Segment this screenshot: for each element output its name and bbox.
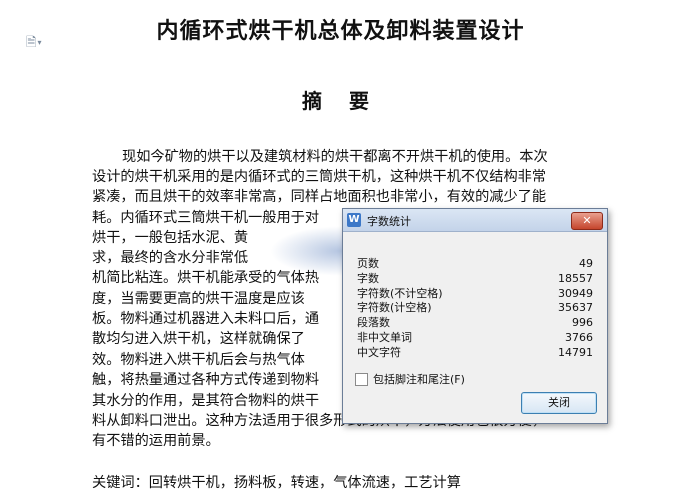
stat-row-chars-with-spaces: 字符数(计空格) 35637: [357, 301, 593, 316]
stat-row-chars-no-spaces: 字符数(不计空格) 30949: [357, 287, 593, 302]
page-title: 内循环式烘干机总体及卸料装置设计: [156, 19, 525, 44]
body-line: 设计的烘干机采用的是内循环式的三筒烘干机，这种烘干机不仅结构非常: [92, 169, 547, 185]
stat-value: 3766: [565, 330, 593, 344]
stat-label: 非中文单词: [357, 330, 412, 344]
stat-row-pages: 页数 49: [357, 257, 593, 272]
stat-label: 页数: [357, 257, 379, 270]
stat-label: 字符数(不计空格): [357, 286, 443, 300]
body-line: 度，当需要更高的烘干温度是应该: [92, 291, 305, 307]
body-line: 紧凑，而且烘干的效率非常高，同样占地面积也非常小，有效的减少了能: [92, 189, 547, 205]
body-line: 效。物料进入烘干机后会与热气体: [92, 352, 305, 368]
keywords-line: 关键词：回转烘干机，扬料板，转速，气体流速，工艺计算: [92, 475, 461, 491]
body-line: 触，将热量通过各种方式传递到物料: [92, 372, 320, 388]
checkbox-label: 包括脚注和尾注(F): [373, 373, 465, 386]
body-line: 现如今矿物的烘干以及建筑材料的烘干都离不开烘干机的使用。本次: [122, 149, 548, 165]
abstract-heading: 摘 要: [302, 89, 379, 113]
word-count-dialog: W 字数统计 ✕ 页数 49 字数 18557 字符数(不计空格) 30949 …: [342, 208, 608, 424]
stat-row-paragraphs: 段落数 996: [357, 316, 593, 331]
body-line: 其水分的作用，是其符合物料的烘干: [92, 393, 320, 409]
include-footnotes-checkbox[interactable]: 包括脚注和尾注(F): [355, 371, 465, 387]
stat-row-words: 字数 18557: [357, 272, 593, 287]
body-line: 有不错的运用前景。: [92, 433, 220, 449]
body-line: 板。物料通过机器进入未料口后，通: [92, 311, 320, 327]
stat-row-non-chinese-words: 非中文单词 3766: [357, 331, 593, 346]
dialog-title: 字数统计: [367, 215, 411, 228]
body-line: 耗。内循环式三筒烘干机一般用于对: [92, 210, 320, 226]
stat-label: 段落数: [357, 316, 390, 330]
wps-app-icon: W: [347, 213, 361, 227]
stat-value: 35637: [558, 301, 593, 315]
stat-value: 18557: [558, 271, 593, 285]
stat-label: 字数: [357, 271, 379, 285]
stat-row-chinese-chars: 中文字符 14791: [357, 346, 593, 361]
body-line: 散均匀进入烘干机，这样就确保了: [92, 331, 305, 347]
stat-label: 字符数(计空格): [357, 301, 432, 315]
close-icon[interactable]: ✕: [571, 212, 603, 230]
checkbox-box[interactable]: [355, 372, 368, 386]
stat-value: 30949: [558, 286, 593, 300]
close-button[interactable]: 关闭: [521, 392, 597, 414]
body-line: 机简比粘连。烘干机能承受的气体热: [92, 270, 320, 286]
stats-list: 页数 49 字数 18557 字符数(不计空格) 30949 字符数(计空格) …: [357, 257, 593, 361]
stat-value: 49: [579, 257, 593, 270]
stat-label: 中文字符: [357, 345, 401, 359]
body-line: 烘干，一般包括水泥、黄: [92, 230, 249, 246]
dialog-titlebar[interactable]: W 字数统计 ✕: [343, 209, 607, 232]
stat-value: 14791: [558, 345, 593, 359]
stat-value: 996: [572, 316, 593, 330]
body-line: 求，最终的含水分非常低: [92, 250, 249, 266]
